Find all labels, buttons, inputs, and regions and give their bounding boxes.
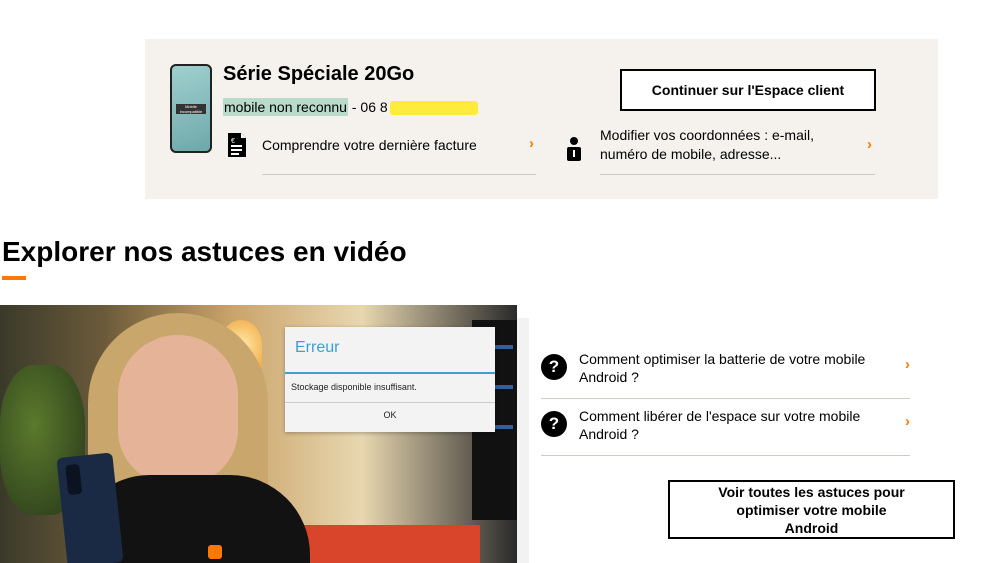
invoice-icon: € — [228, 133, 246, 157]
video-player[interactable]: Erreur Stockage disponible insuffisant. … — [0, 305, 517, 563]
user-info-icon — [567, 137, 581, 161]
question-icon: ? — [541, 354, 567, 380]
invoice-link-label: Comprendre votre dernière facture — [262, 137, 477, 153]
edit-contact-link[interactable]: Modifier vos coordonnées : e-mail, numér… — [600, 124, 875, 175]
invoice-link[interactable]: Comprendre votre dernière facture — [262, 129, 536, 175]
chevron-right-icon: › — [867, 136, 872, 153]
tip-label: Comment optimiser la batterie de votre m… — [579, 351, 866, 385]
dialog-divider — [285, 372, 495, 374]
phone-illustration: Mobile incompatible — [170, 64, 212, 153]
camera-module — [65, 463, 83, 496]
chevron-right-icon: › — [529, 135, 534, 152]
dialog-message: Stockage disponible insuffisant. — [291, 382, 417, 392]
svg-text:€: € — [231, 138, 235, 145]
tip-label: Comment libérer de l'espace sur votre mo… — [579, 408, 861, 442]
tip-item[interactable]: ? Comment optimiser la batterie de votre… — [541, 342, 910, 399]
phone-screen-label: Mobile incompatible — [176, 104, 206, 114]
edit-contact-label: Modifier vos coordonnées : e-mail, numér… — [600, 127, 814, 162]
offer-title: Série Spéciale 20Go — [223, 63, 415, 85]
dialog-title: Erreur — [295, 339, 340, 356]
presenter-face — [118, 335, 238, 485]
question-icon: ? — [541, 411, 567, 437]
video-side-strip — [517, 318, 529, 563]
redacted-highlight — [389, 101, 478, 116]
line-info: mobile non reconnu - 06 8 — [223, 98, 478, 116]
held-phone — [56, 452, 124, 563]
line-status: mobile non reconnu — [223, 98, 348, 116]
dialog-ok: OK — [383, 410, 397, 420]
line-number: - 06 8 — [347, 99, 388, 115]
all-tips-button[interactable]: Voir toutes les astuces pour optimiser v… — [668, 480, 955, 539]
offer-card: Mobile incompatible Série Spéciale 20Go … — [145, 39, 938, 199]
section-title: Explorer nos astuces en vidéo — [2, 236, 407, 267]
tip-item[interactable]: ? Comment libérer de l'espace sur votre … — [541, 399, 910, 456]
chevron-right-icon: › — [905, 413, 910, 430]
dialog-divider — [285, 402, 495, 403]
orange-badge — [208, 545, 222, 559]
sofa-decoration — [280, 525, 480, 563]
chevron-right-icon: › — [905, 356, 910, 373]
customer-area-button[interactable]: Continuer sur l'Espace client — [620, 69, 876, 111]
title-underline — [2, 276, 26, 280]
error-dialog: Erreur Stockage disponible insuffisant. … — [285, 327, 495, 432]
